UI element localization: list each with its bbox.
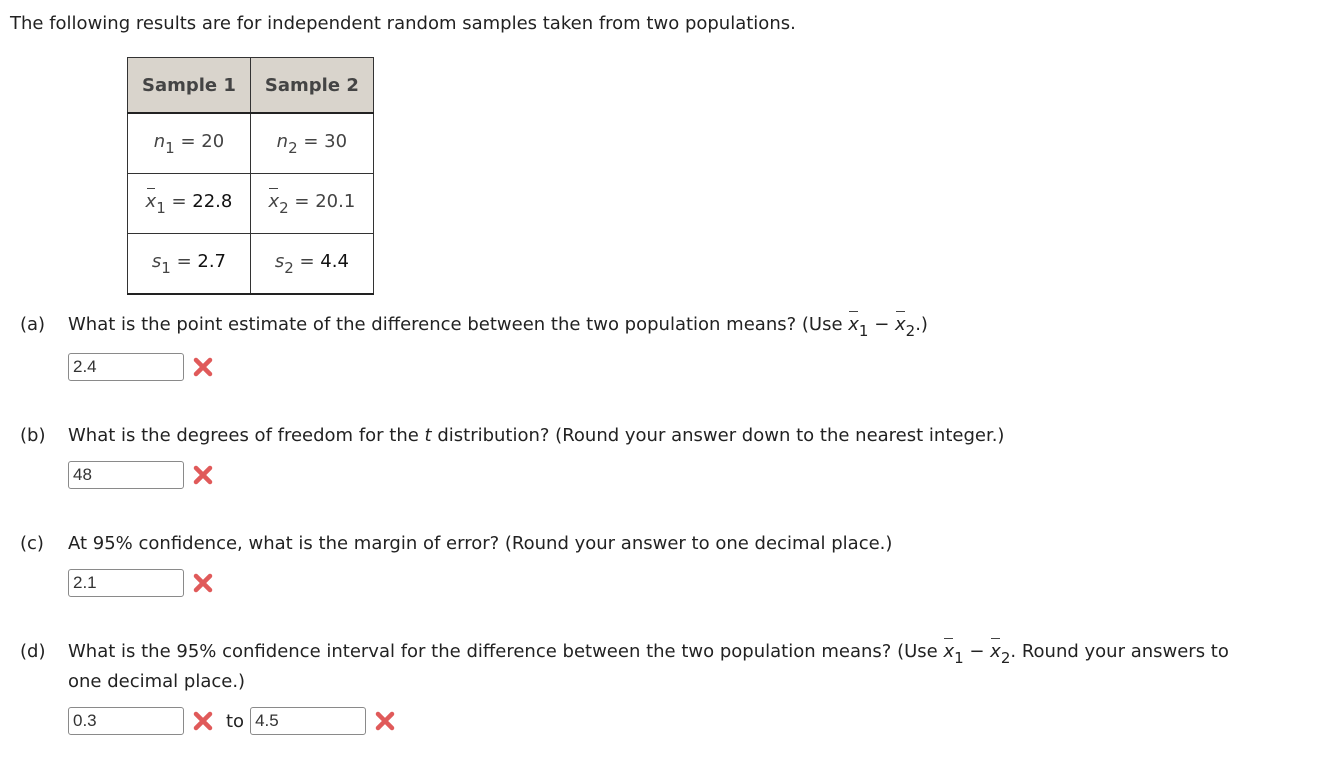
table-row: n1 = 20 n2 = 30	[127, 112, 374, 174]
intro-text: The following results are for independen…	[10, 13, 796, 34]
incorrect-x-icon	[375, 711, 395, 731]
question-d: (d) What is the 95% confidence interval f…	[20, 638, 1229, 667]
table-row: x1 = 22.8 x2 = 20.1	[127, 173, 374, 234]
incorrect-x-icon	[193, 711, 213, 731]
question-b: (b) What is the degrees of freedom for th…	[20, 425, 1005, 446]
header-sample-1: Sample 1	[127, 57, 251, 114]
to-label: to	[226, 710, 245, 732]
question-a-label: (a)	[20, 314, 46, 335]
question-a-text: What is the point estimate of the differ…	[68, 314, 849, 335]
answer-d-low-input[interactable]: 0.3	[68, 707, 184, 735]
question-b-label: (b)	[20, 425, 46, 446]
question-c-label: (c)	[20, 533, 44, 554]
sample-table: Sample 1 Sample 2 n1 = 20 n2 = 30 x1 = 2…	[127, 57, 374, 295]
answer-b-input[interactable]: 48	[68, 461, 184, 489]
answer-row-b: 48	[68, 461, 214, 489]
table-header-row: Sample 1 Sample 2	[127, 57, 374, 114]
cell-n1: n1 = 20	[127, 112, 251, 174]
question-c: (c) At 95% confidence, what is the margin…	[20, 533, 892, 554]
incorrect-x-icon	[193, 357, 213, 377]
question-c-text: At 95% confidence, what is the margin of…	[68, 533, 893, 554]
incorrect-x-icon	[193, 573, 213, 593]
answer-a-input[interactable]: 2.4	[68, 353, 184, 381]
cell-n2: n2 = 30	[249, 112, 374, 174]
incorrect-x-icon	[193, 465, 213, 485]
cell-xbar1: x1 = 22.8	[127, 173, 251, 234]
question-d-label: (d)	[20, 641, 46, 662]
answer-row-a: 2.4	[68, 353, 214, 381]
header-sample-2: Sample 2	[249, 57, 374, 114]
answer-d-high-input[interactable]: 4.5	[250, 707, 367, 735]
cell-xbar2: x2 = 20.1	[249, 173, 374, 234]
answer-row-d: 0.3 to 4.5	[68, 707, 396, 735]
question-d-line2: one decimal place.)	[68, 671, 246, 692]
cell-s1: s1 = 2.7	[127, 233, 251, 295]
answer-row-c: 2.1	[68, 569, 214, 597]
cell-s2: s2 = 4.4	[249, 233, 374, 295]
question-a: (a) What is the point estimate of the dif…	[20, 311, 928, 340]
table-row: s1 = 2.7 s2 = 4.4	[127, 233, 374, 295]
answer-c-input[interactable]: 2.1	[68, 569, 184, 597]
